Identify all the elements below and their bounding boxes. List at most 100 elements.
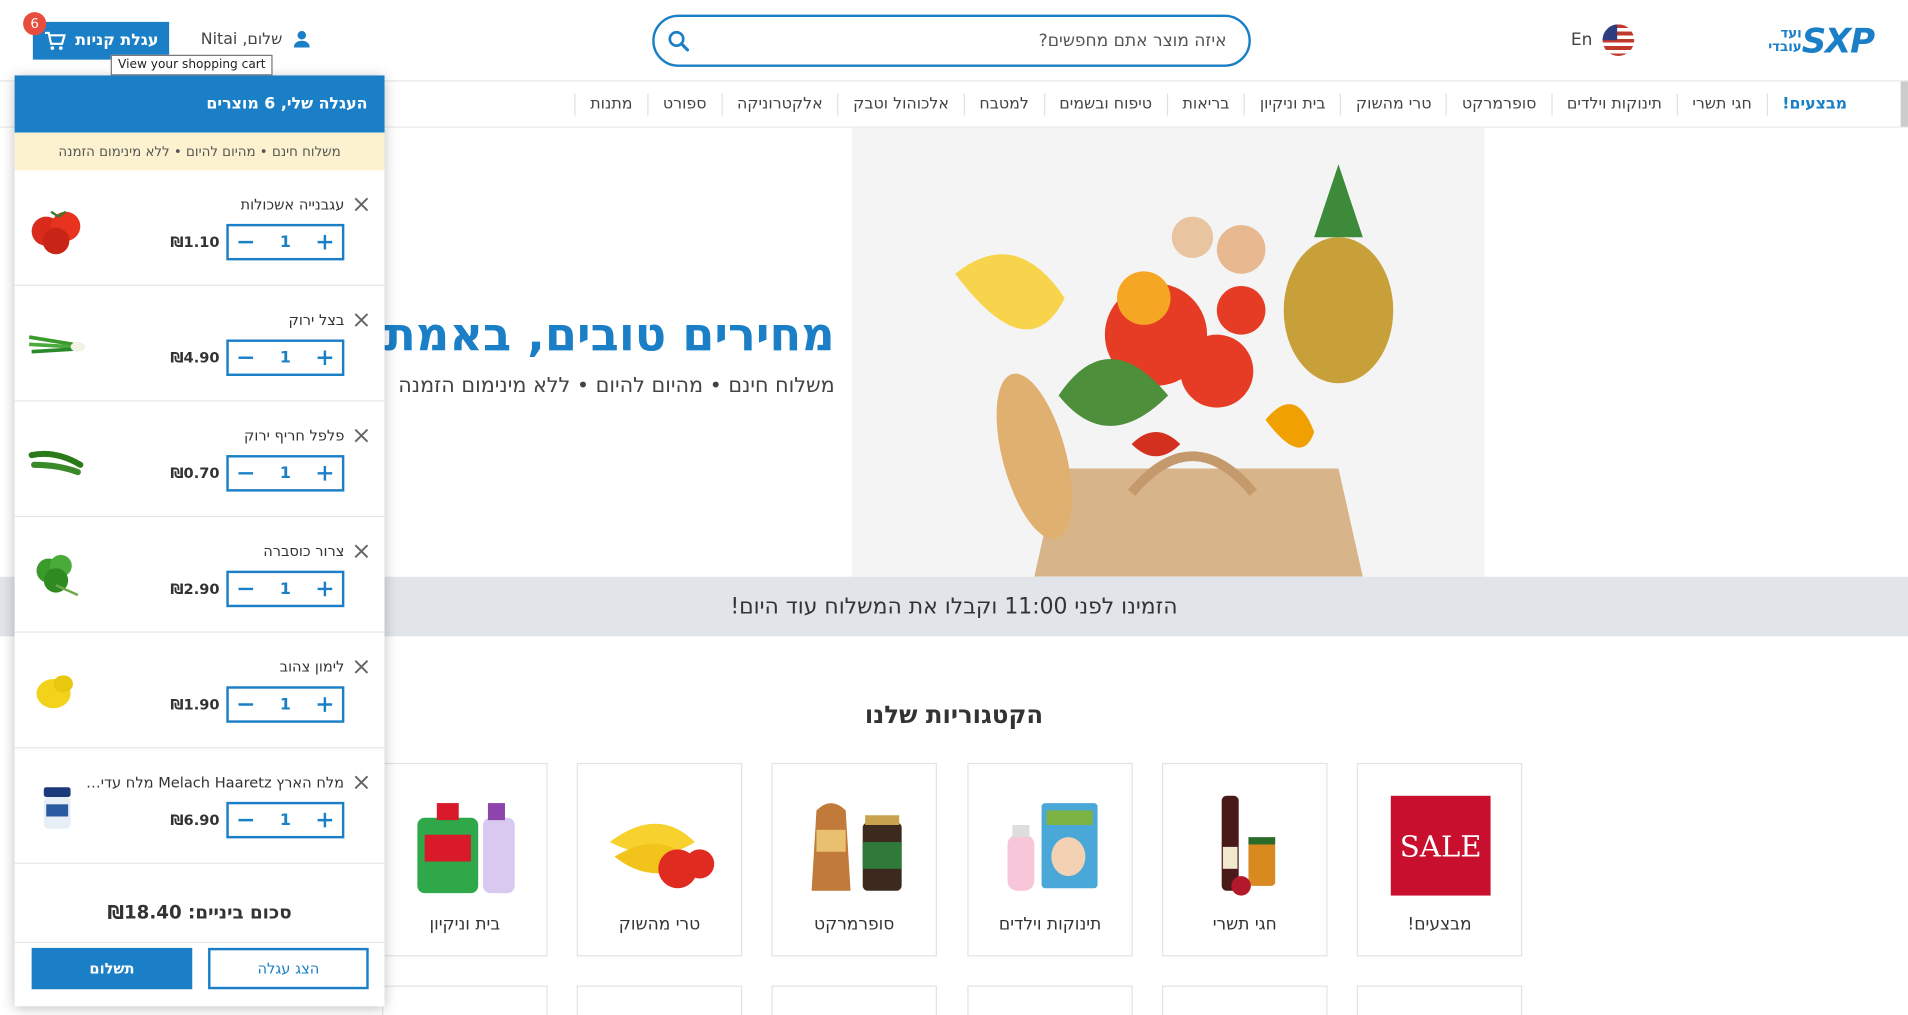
search-bar — [652, 14, 1251, 67]
cart-header-text: העגלה שלי, 6 מוצרים — [206, 94, 368, 114]
nav-item-electronics[interactable]: אלקטרוניקה — [721, 93, 837, 115]
language-label: En — [1570, 30, 1593, 50]
cart-item-name: לימון צהוב — [279, 658, 345, 676]
nav-item-supermarket[interactable]: סופרמרקט — [1446, 93, 1551, 115]
category-card-supermarket[interactable]: סופרמרקט — [771, 762, 937, 957]
quantity-stepper: 1 — [226, 339, 345, 376]
nav-item-tishrei[interactable]: חגי תשרי — [1676, 93, 1767, 115]
green-onion-thumbnail — [28, 335, 86, 354]
category-card-row2[interactable] — [1356, 985, 1523, 1015]
language-switch[interactable]: En — [1571, 24, 1634, 56]
checkout-button[interactable]: תשלום — [31, 947, 193, 990]
category-card-tishrei[interactable]: חגי תשרי — [1162, 762, 1328, 957]
cart-item: מלח הארץ Melach Haaretz מלח עדין בצנצנת … — [14, 748, 385, 864]
nav-item-fresh[interactable]: טרי מהשוק — [1340, 93, 1446, 115]
cart-subtotal: סכום ביניים: ₪18.40 — [14, 882, 385, 944]
cart-item: לימון צהוב 1 ₪1.90 — [14, 633, 385, 749]
nav-item-home-cleaning[interactable]: בית וניקיון — [1244, 93, 1340, 115]
cart-button-label: עגלת קניות — [75, 31, 159, 50]
nav-item-babies[interactable]: תינוקות וילדים — [1551, 93, 1676, 115]
cart-count-badge: 6 — [23, 12, 47, 36]
remove-item-icon[interactable] — [353, 312, 370, 329]
salt-jar-thumbnail — [43, 787, 71, 829]
plus-icon[interactable] — [315, 464, 334, 483]
hero-title: מחירים טובים, באמת. — [366, 307, 835, 362]
quantity-value[interactable]: 1 — [280, 695, 291, 713]
minus-icon[interactable] — [236, 579, 255, 598]
cart-dropdown: העגלה שלי, 6 מוצרים משלוח חינם • מהיום ל… — [14, 75, 385, 1007]
nav-item-sport[interactable]: ספורט — [647, 93, 721, 115]
plus-icon[interactable] — [315, 232, 334, 251]
cart-item: פלפל חריף ירוק 1 ₪0.70 — [14, 402, 385, 518]
sale-image: SALE — [1390, 795, 1491, 896]
shopping-cart-icon — [44, 31, 66, 50]
logo-subtext: ועד עובדי — [1768, 25, 1802, 55]
site-logo[interactable]: SXP ועד עובדי — [1763, 19, 1875, 61]
category-card-deals[interactable]: SALE מבצעים! — [1356, 762, 1523, 957]
plus-icon[interactable] — [315, 579, 334, 598]
tomato-thumbnail — [31, 210, 81, 255]
nav-item-health[interactable]: בריאות — [1166, 93, 1244, 115]
category-card-row2[interactable] — [967, 985, 1133, 1015]
search-icon[interactable] — [667, 29, 691, 53]
quantity-stepper: 1 — [226, 570, 345, 608]
logo-text: SXP — [1801, 20, 1875, 61]
remove-item-icon[interactable] — [353, 196, 370, 213]
plus-icon[interactable] — [315, 695, 334, 714]
search-input[interactable] — [715, 26, 1227, 56]
remove-item-icon[interactable] — [353, 543, 370, 560]
green-chili-thumbnail — [28, 450, 84, 476]
baby-products-image — [1007, 803, 1098, 891]
cart-item-price: ₪2.90 — [170, 580, 220, 598]
category-card-home-cleaning[interactable]: בית וניקיון — [382, 762, 548, 957]
cart-item-price: ₪1.90 — [170, 696, 220, 714]
user-greeting[interactable]: שלום, Nitai — [201, 29, 312, 48]
quantity-value[interactable]: 1 — [280, 580, 291, 598]
wine-honey-image — [1221, 795, 1276, 896]
site-header: SXP ועד עובדי En שלום, Nitai עגלת קניות … — [0, 0, 1908, 82]
quantity-value[interactable]: 1 — [280, 349, 291, 367]
cart-item: צרור כוסברה 1 ₪2.90 — [14, 517, 385, 633]
page-scrollbar[interactable] — [1900, 81, 1908, 127]
category-card-row2[interactable] — [382, 985, 548, 1015]
nav-item-care[interactable]: טיפוח ובשמים — [1043, 93, 1166, 115]
remove-item-icon[interactable] — [353, 427, 370, 444]
remove-item-icon[interactable] — [353, 658, 370, 675]
cart-item-price: ₪6.90 — [170, 811, 220, 829]
plus-icon[interactable] — [315, 810, 334, 829]
category-card-babies[interactable]: תינוקות וילדים — [967, 762, 1133, 957]
lemon-thumbnail — [36, 675, 74, 709]
show-cart-button[interactable]: הצג עגלה — [208, 947, 369, 990]
quantity-value[interactable]: 1 — [280, 464, 291, 482]
cart-item-name: מלח הארץ Melach Haaretz מלח עדין בצנצנת — [83, 773, 345, 791]
greeting-text: שלום, Nitai — [200, 29, 283, 49]
category-card-row2[interactable] — [771, 985, 937, 1015]
nav-item-deals[interactable]: מבצעים! — [1766, 93, 1861, 115]
category-card-row2[interactable] — [1162, 985, 1328, 1015]
minus-icon[interactable] — [236, 695, 255, 714]
category-label: חגי תשרי — [1212, 915, 1277, 935]
minus-icon[interactable] — [236, 464, 255, 483]
cart-item-name: פלפל חריף ירוק — [243, 427, 345, 445]
minus-icon[interactable] — [236, 232, 255, 251]
quantity-value[interactable]: 1 — [280, 811, 291, 829]
minus-icon[interactable] — [236, 810, 255, 829]
minus-icon[interactable] — [236, 348, 255, 367]
category-label: סופרמרקט — [814, 915, 895, 935]
bread-coffee-image — [811, 803, 902, 891]
cart-item-name: צרור כוסברה — [263, 542, 345, 560]
cart-item-price: ₪0.70 — [170, 464, 220, 482]
cart-item: בצל ירוק 1 ₪4.90 — [14, 286, 385, 402]
plus-icon[interactable] — [315, 348, 334, 367]
nav-item-alcohol[interactable]: אלכוהול וטבק — [837, 93, 963, 115]
quantity-value[interactable]: 1 — [280, 233, 291, 251]
category-label: מבצעים! — [1407, 915, 1472, 935]
svg-text:SALE: SALE — [1400, 830, 1482, 864]
cart-item-price: ₪1.10 — [170, 233, 220, 251]
category-card-row2[interactable] — [576, 985, 743, 1015]
nav-item-kitchen[interactable]: למטבח — [963, 93, 1044, 115]
nav-item-gifts[interactable]: מתנות — [574, 93, 647, 115]
category-label: בית וניקיון — [429, 915, 501, 935]
remove-item-icon[interactable] — [353, 774, 370, 791]
category-card-fresh[interactable]: טרי מהשוק — [576, 762, 743, 957]
